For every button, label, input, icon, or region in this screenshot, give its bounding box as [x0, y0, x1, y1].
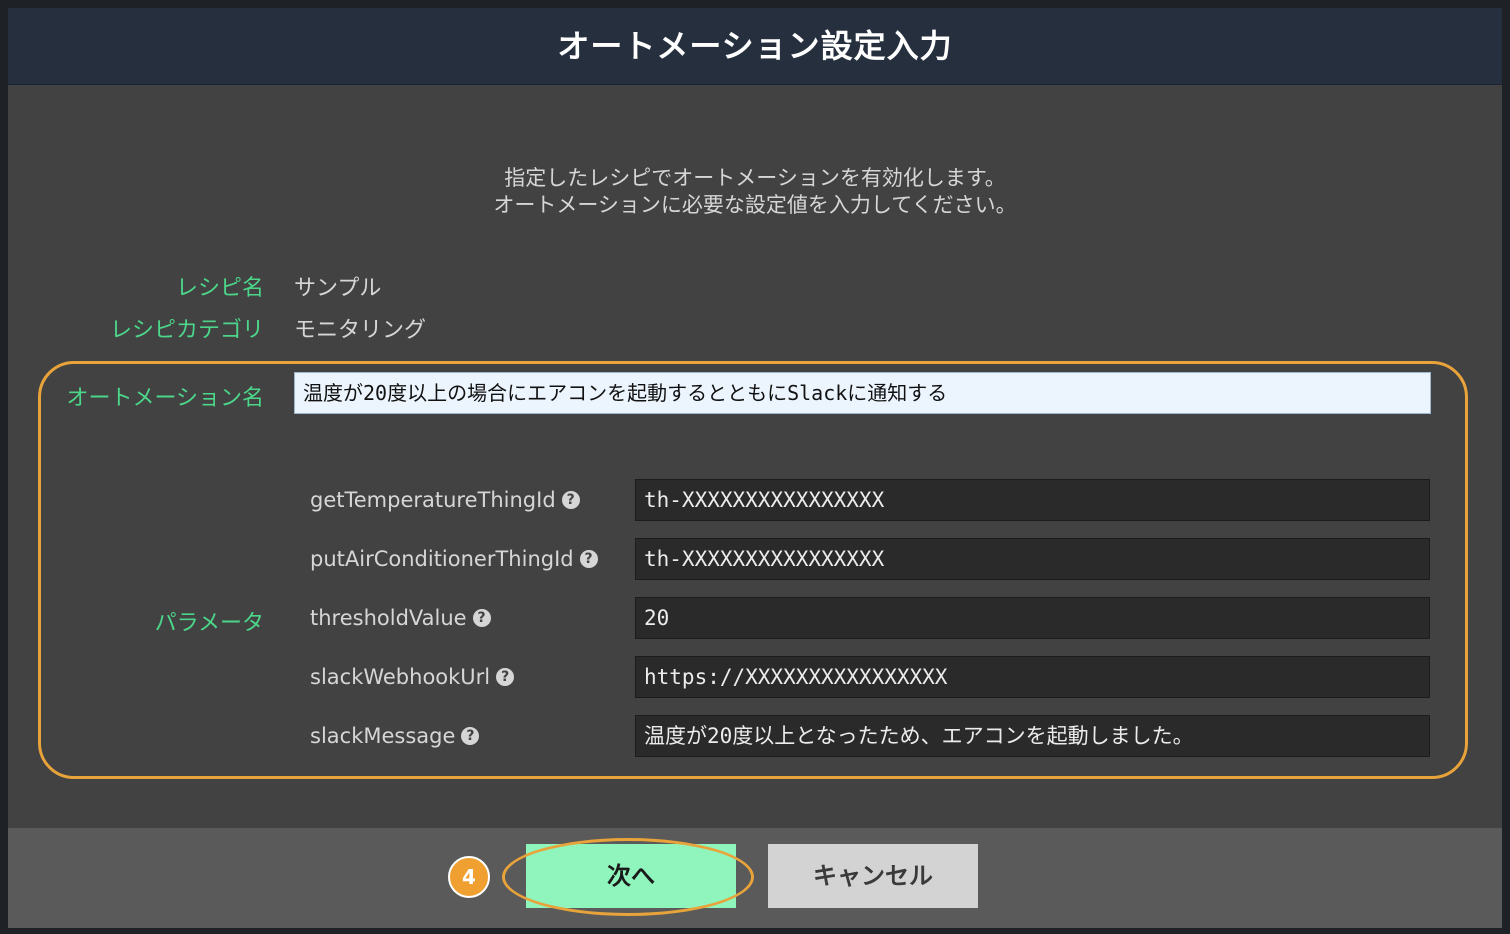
param-label-threshold-value: thresholdValue ? — [310, 603, 491, 633]
question-circle-icon[interactable]: ? — [496, 668, 515, 686]
param-label-text: slackWebhookUrl — [310, 665, 491, 689]
recipe-name-value: サンプル — [294, 276, 382, 301]
param-label-text: thresholdValue — [310, 606, 467, 630]
get-temperature-thing-id-input[interactable]: th-XXXXXXXXXXXXXXXX — [635, 479, 1430, 521]
dialog-footer — [8, 828, 1502, 928]
param-label-text: slackMessage — [310, 724, 456, 748]
param-label-put-air-conditioner-thing-id: putAirConditionerThingId ? — [310, 544, 598, 574]
question-circle-icon[interactable]: ? — [472, 609, 491, 627]
step-number-badge: 4 — [448, 856, 490, 898]
slack-webhook-url-input[interactable]: https://XXXXXXXXXXXXXXXX — [635, 656, 1430, 698]
automation-name-label: オートメーション名 — [66, 386, 264, 411]
param-label-text: getTemperatureThingId — [310, 488, 556, 512]
recipe-category-value: モニタリング — [294, 318, 427, 343]
param-label-text: putAirConditionerThingId — [310, 547, 574, 571]
recipe-name-label: レシピ名 — [175, 276, 264, 301]
parameters-section-label: パラメータ — [154, 611, 264, 636]
recipe-category-label: レシピカテゴリ — [109, 318, 264, 343]
screen-frame: オートメーション設定入力 指定したレシピでオートメーションを有効化します。 オー… — [0, 0, 1510, 934]
next-button[interactable]: 次へ — [526, 844, 736, 908]
intro-text-line2: オートメーションに必要な設定値を入力してください。 — [493, 193, 1017, 217]
intro-text-line1: 指定したレシピでオートメーションを有効化します。 — [504, 166, 1006, 190]
slack-message-input[interactable]: 温度が20度以上となったため、エアコンを起動しました。 — [635, 715, 1430, 757]
cancel-button[interactable]: キャンセル — [768, 844, 978, 908]
param-label-slack-message: slackMessage ? — [310, 721, 480, 751]
param-label-slack-webhook-url: slackWebhookUrl ? — [310, 662, 515, 692]
dialog-header: オートメーション設定入力 — [8, 8, 1502, 85]
automation-name-input[interactable]: 温度が20度以上の場合にエアコンを起動するとともにSlackに通知する — [294, 372, 1431, 414]
question-circle-icon[interactable]: ? — [561, 491, 580, 509]
param-label-get-temperature-thing-id: getTemperatureThingId ? — [310, 485, 580, 515]
dialog-title: オートメーション設定入力 — [557, 27, 953, 65]
put-air-conditioner-thing-id-input[interactable]: th-XXXXXXXXXXXXXXXX — [635, 538, 1430, 580]
automation-settings-dialog: オートメーション設定入力 指定したレシピでオートメーションを有効化します。 オー… — [8, 8, 1502, 928]
question-circle-icon[interactable]: ? — [579, 550, 598, 568]
question-circle-icon[interactable]: ? — [461, 727, 480, 745]
threshold-value-input[interactable]: 20 — [635, 597, 1430, 639]
